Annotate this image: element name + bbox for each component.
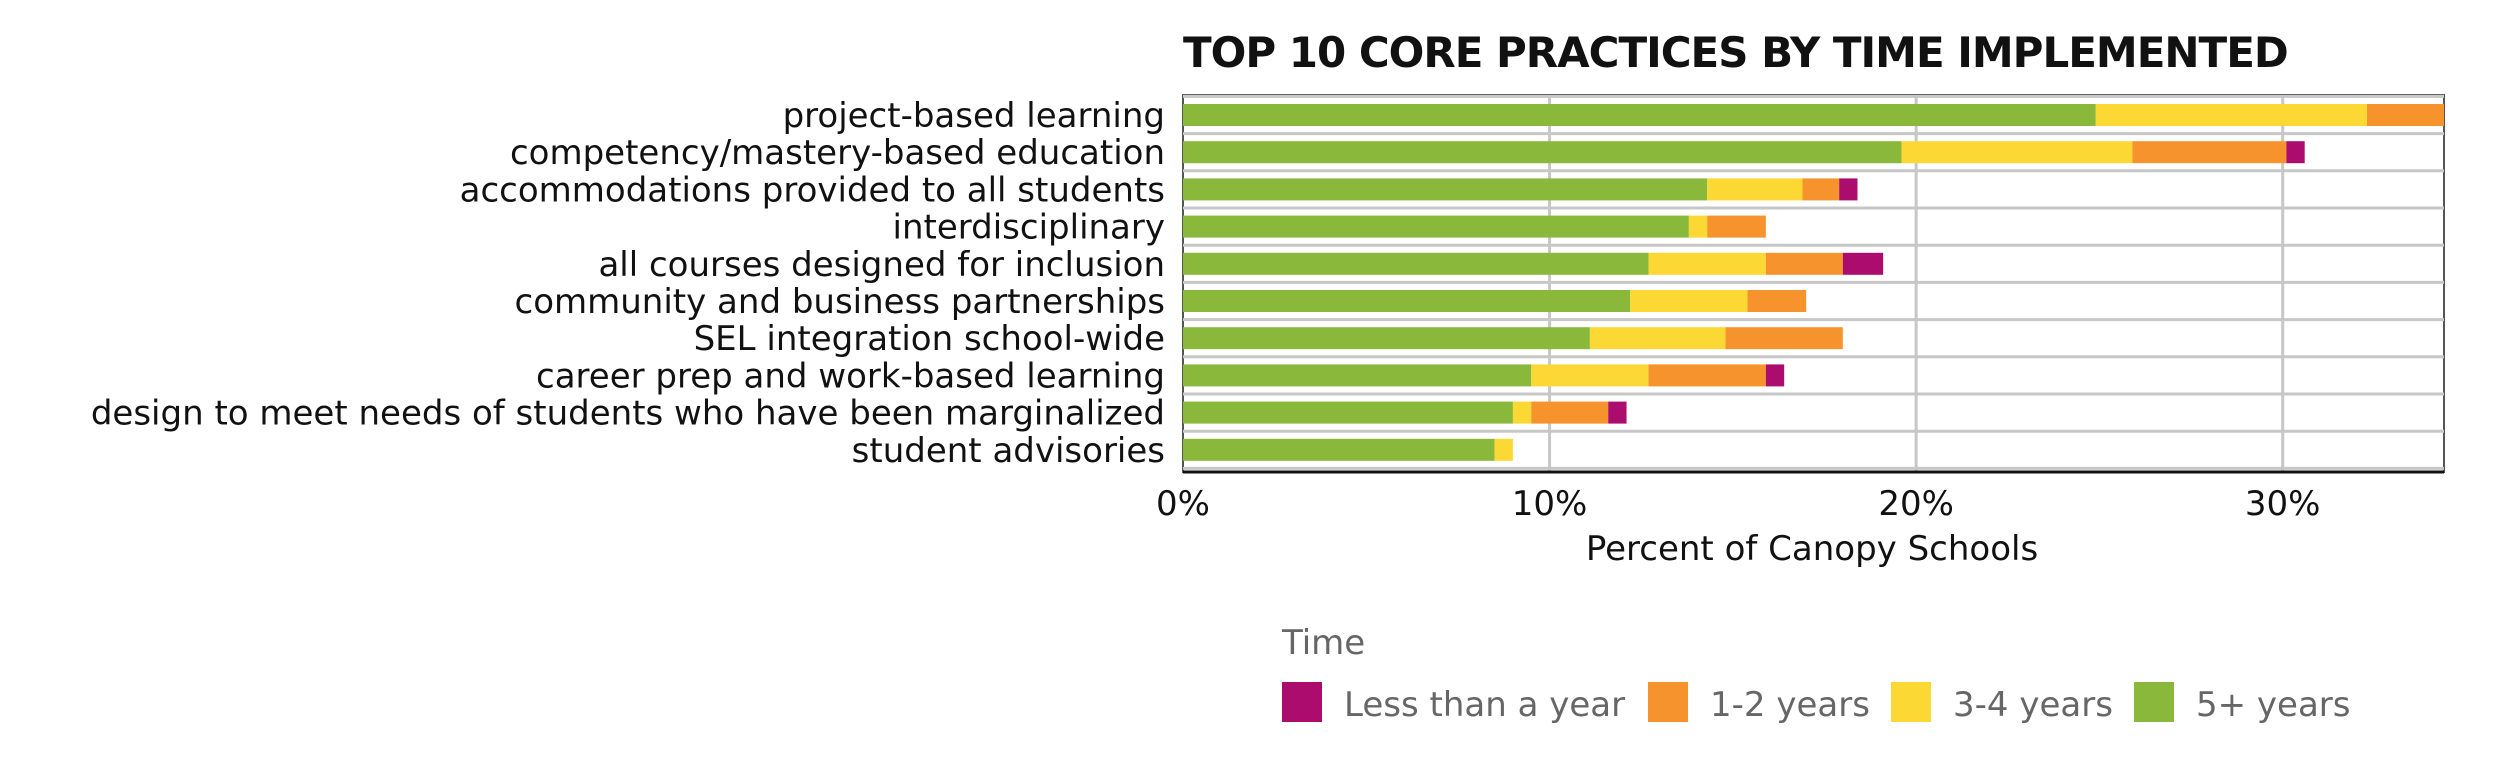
- bar-segment: [1765, 364, 1785, 387]
- bar-segment: [1183, 401, 1513, 424]
- category-label: community and business partnerships: [515, 282, 1165, 322]
- x-axis-title: Percent of Canopy Schools: [1586, 529, 2038, 569]
- bar-segment: [1765, 252, 1843, 275]
- bar-segment: [1901, 141, 2133, 164]
- bar-segment: [1512, 401, 1532, 424]
- category-label: design to meet needs of students who hav…: [91, 394, 1165, 434]
- bar-segment: [1725, 327, 1843, 350]
- bar-segment: [1183, 327, 1590, 350]
- bar-segment: [1747, 290, 1807, 312]
- chart-svg: TOP 10 CORE PRACTICES BY TIME IMPLEMENTE…: [91, 28, 2445, 725]
- legend-swatch: [1282, 682, 1322, 722]
- bar-segment: [1648, 364, 1766, 387]
- category-label: SEL integration school-wide: [694, 319, 1165, 359]
- bar-segment: [1531, 401, 1609, 424]
- bar-segment: [1183, 141, 1902, 164]
- bar-segment: [1183, 104, 2096, 126]
- chart: TOP 10 CORE PRACTICES BY TIME IMPLEMENTE…: [0, 0, 2496, 768]
- category-label: career prep and work-based learning: [536, 356, 1165, 396]
- legend-title: Time: [1281, 623, 1365, 663]
- bar-segment: [1842, 252, 1884, 275]
- x-tick-label: 30%: [2245, 484, 2321, 524]
- category-label: competency/mastery-based education: [510, 133, 1165, 173]
- bar-segment: [1707, 178, 1803, 201]
- chart-title: TOP 10 CORE PRACTICES BY TIME IMPLEMENTE…: [1183, 28, 2288, 77]
- category-label: student advisories: [852, 431, 1165, 471]
- category-label: project-based learning: [783, 96, 1165, 136]
- legend-label: Less than a year: [1344, 685, 1625, 725]
- x-tick-label: 20%: [1878, 484, 1954, 524]
- x-axis: 0% 10% 20% 30%: [1156, 470, 2444, 524]
- category-label: interdisciplinary: [893, 208, 1165, 248]
- bar-segment: [1531, 364, 1649, 387]
- category-labels: project-based learningcompetency/mastery…: [91, 96, 1165, 471]
- legend-swatch: [2134, 682, 2174, 722]
- legend-swatch: [1648, 682, 1688, 722]
- bar-segment: [2132, 141, 2287, 164]
- bar-segment: [1648, 252, 1766, 275]
- bar-segment: [1589, 327, 1726, 350]
- legend-label: 1-2 years: [1710, 685, 1870, 725]
- legend: Less than a year 1-2 years 3-4 years 5+ yea…: [1282, 682, 2351, 725]
- bar-segment: [1707, 215, 1766, 238]
- bar-segment: [1183, 178, 1708, 201]
- bar-segment: [1608, 401, 1627, 424]
- bar-segment: [2095, 104, 2368, 126]
- bar-segment: [2286, 141, 2305, 164]
- bar-segment: [1839, 178, 1858, 201]
- bar-segment: [1630, 290, 1748, 312]
- category-label: all courses designed for inclusion: [598, 245, 1165, 285]
- x-tick-label: 0%: [1156, 484, 1210, 524]
- bar-segment: [1494, 438, 1513, 461]
- bar-segment: [1183, 215, 1689, 238]
- bar-segment: [1183, 438, 1495, 461]
- bar-segment: [1183, 290, 1631, 312]
- bar-segment: [1183, 364, 1532, 387]
- bar-segment: [1183, 252, 1649, 275]
- bar-segment: [2367, 104, 2444, 126]
- category-label: accommodations provided to all students: [460, 170, 1165, 210]
- legend-label: 5+ years: [2196, 685, 2351, 725]
- legend-label: 3-4 years: [1953, 685, 2113, 725]
- x-tick-label: 10%: [1512, 484, 1588, 524]
- legend-swatch: [1891, 682, 1931, 722]
- bar-segment: [1802, 178, 1840, 201]
- bar-segment: [1688, 215, 1708, 238]
